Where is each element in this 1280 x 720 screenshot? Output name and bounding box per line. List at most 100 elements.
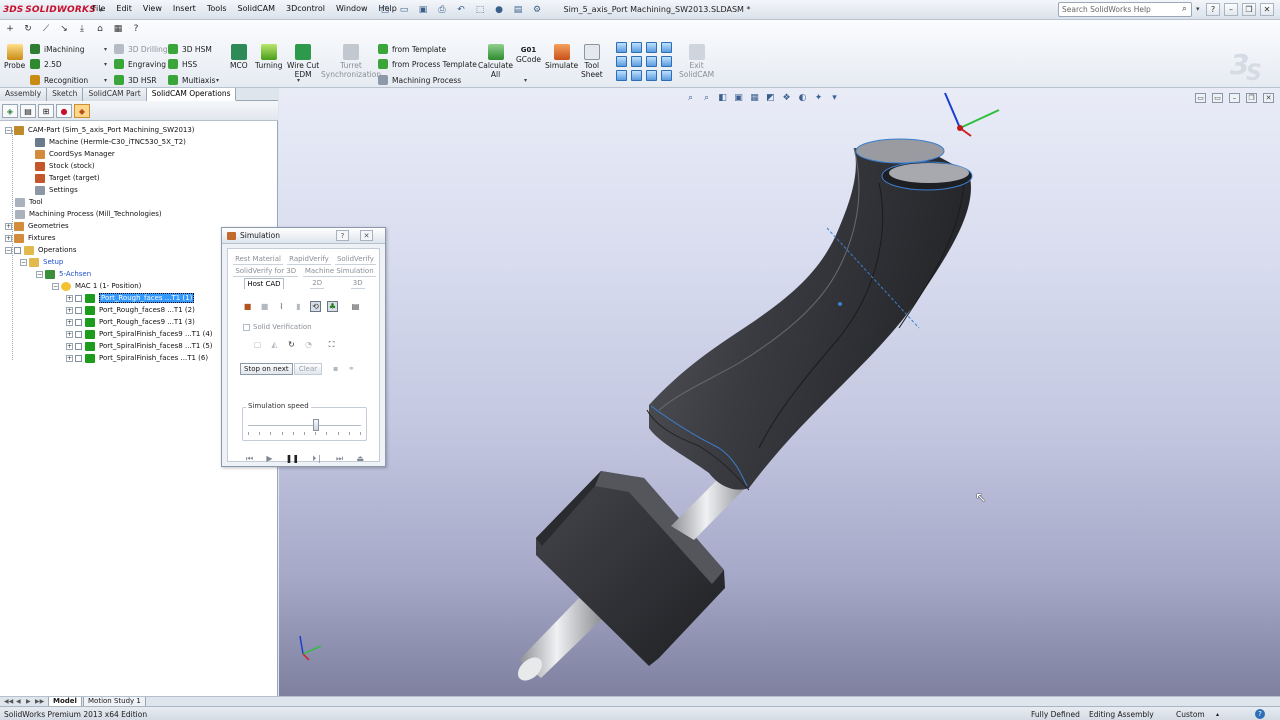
imachining-dropdown-icon[interactable]: ▾ bbox=[104, 46, 107, 53]
select-icon[interactable]: ⬚ bbox=[473, 3, 487, 16]
tab-rest-material[interactable]: Rest Material bbox=[233, 254, 283, 265]
help-dropdown-icon[interactable]: ▾ bbox=[1196, 5, 1200, 13]
cam-utility-icon[interactable] bbox=[631, 70, 642, 81]
calculate-all-button[interactable]: Calculate All bbox=[478, 44, 513, 79]
multiaxis-button[interactable]: Multiaxis bbox=[168, 74, 215, 86]
single-step-icon[interactable]: ⟲ bbox=[310, 301, 321, 312]
collapse-icon[interactable]: − bbox=[5, 126, 12, 134]
operation-checkbox[interactable] bbox=[75, 306, 82, 314]
line-icon[interactable]: ⟋ bbox=[40, 23, 52, 35]
expand-icon[interactable]: + bbox=[5, 234, 12, 242]
operation-tree-icon[interactable]: ♣ bbox=[327, 301, 338, 312]
operation-checkbox[interactable] bbox=[75, 294, 82, 302]
tree-operations[interactable]: − Operations bbox=[5, 244, 76, 256]
collapse-icon[interactable]: − bbox=[5, 246, 12, 254]
home-icon[interactable]: ⌂ bbox=[94, 23, 106, 35]
dialog-close-icon[interactable]: ✕ bbox=[360, 230, 373, 241]
tab-solidverify-3d[interactable]: SolidVerify for 3D bbox=[233, 266, 299, 277]
feature-tree-icon[interactable]: ◈ bbox=[2, 104, 18, 118]
turning-button[interactable]: Turning bbox=[255, 44, 283, 70]
operation-item[interactable]: + Port_Rough_faces ...T1 (1) bbox=[66, 292, 195, 304]
tree-tool[interactable]: Tool bbox=[15, 196, 43, 208]
menu-3dcontrol[interactable]: 3Dcontrol bbox=[286, 4, 325, 13]
recognition-button[interactable]: Recognition bbox=[30, 74, 88, 86]
cam-utility-icon[interactable] bbox=[616, 56, 627, 67]
tree-geometries[interactable]: + Geometries bbox=[5, 220, 69, 232]
menu-view[interactable]: View bbox=[143, 4, 162, 13]
new-document-icon[interactable]: ▢ bbox=[378, 3, 392, 16]
simulate-button[interactable]: Simulate bbox=[545, 44, 578, 70]
simulation-title-bar[interactable]: Simulation ? ✕ bbox=[222, 228, 385, 244]
operation-checkbox[interactable] bbox=[75, 342, 82, 350]
tree-stock[interactable]: Stock (stock) bbox=[35, 160, 95, 172]
operation-checkbox[interactable] bbox=[75, 330, 82, 338]
tab-solidcam-part[interactable]: SolidCAM Part bbox=[83, 88, 147, 101]
tab-assembly[interactable]: Assembly bbox=[0, 88, 48, 101]
expand-icon[interactable]: + bbox=[5, 222, 12, 230]
undo-icon[interactable]: ↶ bbox=[454, 3, 468, 16]
tree-fixtures[interactable]: + Fixtures bbox=[5, 232, 55, 244]
collapse-icon[interactable]: − bbox=[20, 258, 27, 266]
tab-solidverify[interactable]: SolidVerify bbox=[334, 254, 376, 265]
expand-icon[interactable]: + bbox=[66, 354, 73, 362]
solid-verification-option[interactable]: Solid Verification bbox=[243, 323, 312, 331]
operation-checkbox[interactable] bbox=[75, 354, 82, 362]
recognition-dropdown-icon[interactable]: ▾ bbox=[104, 77, 107, 84]
property-manager-icon[interactable]: ▤ bbox=[20, 104, 36, 118]
tree-machining-process[interactable]: Machining Process (Mill_Technologies) bbox=[15, 208, 162, 220]
download-icon[interactable]: ⤓ bbox=[76, 23, 88, 35]
options-icon[interactable]: ⚙ bbox=[530, 3, 544, 16]
step-forward-icon[interactable]: ⏵❘ bbox=[312, 454, 323, 464]
tab-rapidverify[interactable]: RapidVerify bbox=[287, 254, 331, 265]
stop-on-next-button[interactable]: Stop on next bbox=[240, 363, 293, 375]
tree-setup[interactable]: − Setup bbox=[20, 256, 63, 268]
menu-solidcam[interactable]: SolidCAM bbox=[238, 4, 275, 13]
tree-settings[interactable]: Settings bbox=[35, 184, 78, 196]
question-icon[interactable]: ? bbox=[130, 23, 142, 35]
cam-utility-icon[interactable] bbox=[631, 56, 642, 67]
cam-utility-icon[interactable] bbox=[646, 70, 657, 81]
first-tab-icon[interactable]: ◀◀ bbox=[4, 698, 13, 705]
tab-sketch[interactable]: Sketch bbox=[47, 88, 84, 101]
open-folder-icon[interactable]: ▭ bbox=[397, 3, 411, 16]
save-icon[interactable]: ▣ bbox=[416, 3, 430, 16]
turret-sync-button[interactable]: Turret Synchronization bbox=[321, 44, 381, 79]
tab-2d[interactable]: 2D bbox=[310, 278, 325, 289]
wire-edm-button[interactable]: Wire Cut EDM bbox=[287, 44, 319, 79]
operation-list-icon[interactable]: ▤ bbox=[350, 301, 361, 312]
operations-checkbox[interactable] bbox=[14, 246, 21, 254]
3d-drilling-button[interactable]: 3D Drilling bbox=[114, 43, 168, 55]
collapse-icon[interactable]: − bbox=[52, 282, 59, 290]
print-icon[interactable]: ⎙ bbox=[435, 3, 449, 16]
link-icon[interactable]: ⚭ bbox=[348, 364, 355, 373]
help-question-icon[interactable]: ? bbox=[1206, 3, 1220, 16]
go-to-end-icon[interactable]: ⏭ bbox=[336, 454, 343, 464]
file-properties-icon[interactable]: ▤ bbox=[511, 3, 525, 16]
menu-window[interactable]: Window bbox=[336, 4, 368, 13]
dialog-help-icon[interactable]: ? bbox=[336, 230, 349, 241]
show-target-icon[interactable]: ■ bbox=[259, 301, 270, 312]
tree-coordsys[interactable]: CoordSys Manager bbox=[35, 148, 115, 160]
from-template-button[interactable]: from Template bbox=[378, 43, 446, 55]
solidcam-manager-icon[interactable]: ◆ bbox=[74, 104, 90, 118]
3d-hsm-button[interactable]: 3D HSM bbox=[168, 43, 212, 55]
rewind-icon[interactable]: ⏮ bbox=[246, 454, 253, 464]
cam-utility-icon[interactable] bbox=[616, 70, 627, 81]
show-toolpath-icon[interactable]: ⌇ bbox=[276, 301, 287, 312]
arrow-icon[interactable]: ↘ bbox=[58, 23, 70, 35]
appearance-icon[interactable]: ● bbox=[56, 104, 72, 118]
gcode-button[interactable]: G01 GCode bbox=[516, 46, 541, 64]
machining-process-button[interactable]: Machining Process bbox=[378, 74, 461, 86]
operation-item[interactable]: + Port_Rough_faces8 ...T1 (2) bbox=[66, 304, 195, 316]
3d-hsr-button[interactable]: 3D HSR bbox=[114, 74, 157, 86]
tool-sheet-button[interactable]: Tool Sheet bbox=[581, 44, 603, 79]
speed-slider-track[interactable] bbox=[248, 425, 361, 427]
help-search-input[interactable]: Search SolidWorks Help ⌕ bbox=[1058, 2, 1192, 17]
tab-solidcam-operations[interactable]: SolidCAM Operations bbox=[146, 88, 237, 101]
expand-icon[interactable]: + bbox=[66, 306, 73, 314]
solidworks-logo[interactable]: 3DS SOLIDWORKS ▸ bbox=[3, 3, 103, 17]
highlight-icon[interactable]: ▪ bbox=[333, 364, 338, 373]
graphics-viewport[interactable]: ⌕ ⌕ ◧ ▣ ▦ ◩ ❖ ◐ ✦ ▾ ▭ ▭ – ❐ ✕ ↖ bbox=[279, 88, 1280, 696]
speed-slider-thumb[interactable] bbox=[312, 419, 319, 431]
tab-host-cad[interactable]: Host CAD bbox=[244, 278, 284, 289]
